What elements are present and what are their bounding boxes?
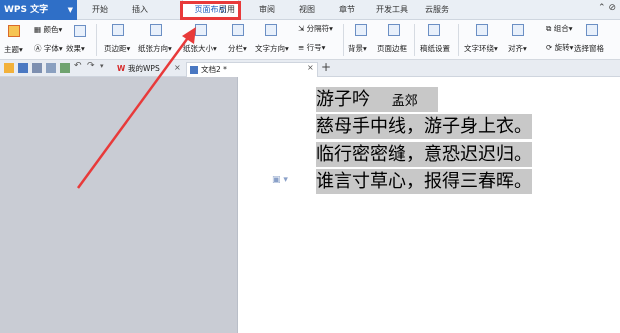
annotation-arrow [76,27,196,189]
